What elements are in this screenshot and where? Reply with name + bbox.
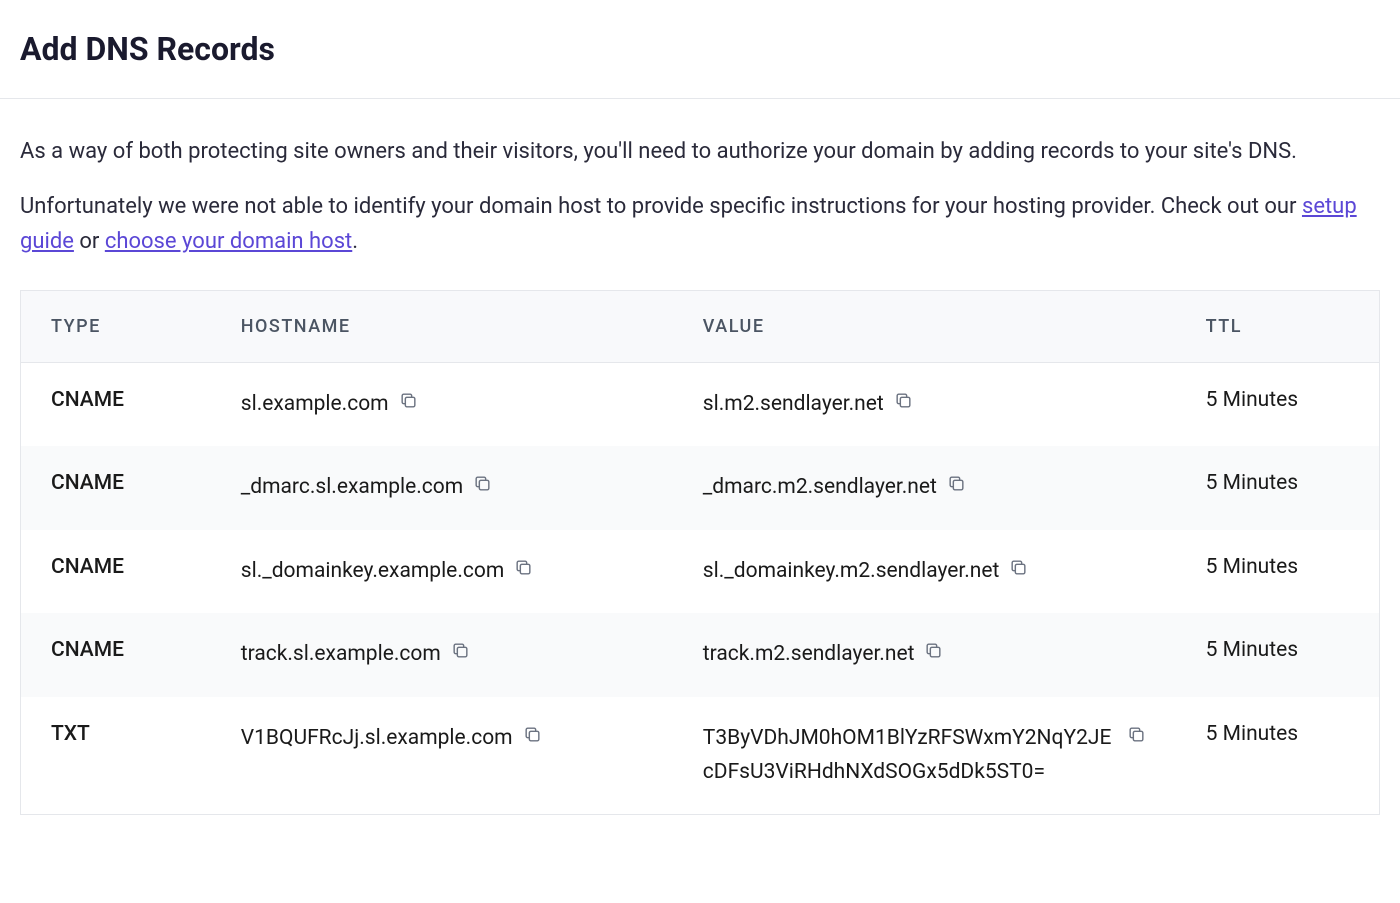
intro-paragraph-2: Unfortunately we were not able to identi…: [20, 189, 1380, 259]
table-row: CNAME _dmarc.sl.example.com _dmarc.m2.send…: [21, 446, 1380, 530]
header-type: TYPE: [21, 290, 211, 362]
cell-hostname: V1BQUFRcJj.sl.example.com: [211, 697, 673, 815]
cell-value: sl._domainkey.m2.sendlayer.net: [673, 530, 1176, 614]
table-row: CNAME track.sl.example.com track.m2.sendla…: [21, 613, 1380, 697]
section-divider: [0, 98, 1400, 99]
table-row: CNAME sl._domainkey.example.com sl._domain…: [21, 530, 1380, 614]
table-header-row: TYPE HOSTNAME VALUE TTL: [21, 290, 1380, 362]
cell-type: CNAME: [21, 530, 211, 614]
header-value: VALUE: [673, 290, 1176, 362]
cell-value: track.m2.sendlayer.net: [673, 613, 1176, 697]
copy-icon[interactable]: [894, 391, 913, 410]
choose-domain-host-link[interactable]: choose your domain host: [105, 229, 352, 254]
intro-text-before: Unfortunately we were not able to identi…: [20, 194, 1302, 219]
cell-type: TXT: [21, 697, 211, 815]
dns-records-table: TYPE HOSTNAME VALUE TTL CNAME sl.example.…: [20, 290, 1380, 816]
cell-ttl: 5 Minutes: [1176, 362, 1380, 446]
table-row: TXT V1BQUFRcJj.sl.example.com T3ByVDhJM0hO…: [21, 697, 1380, 815]
value-text: _dmarc.m2.sendlayer.net: [703, 471, 937, 505]
copy-icon[interactable]: [399, 391, 418, 410]
intro-paragraph-1: As a way of both protecting site owners …: [20, 134, 1380, 169]
value-text: sl._domainkey.m2.sendlayer.net: [703, 555, 1000, 589]
value-text: sl.m2.sendlayer.net: [703, 388, 884, 422]
copy-icon[interactable]: [1009, 558, 1028, 577]
cell-hostname: track.sl.example.com: [211, 613, 673, 697]
cell-ttl: 5 Minutes: [1176, 446, 1380, 530]
hostname-text: track.sl.example.com: [241, 638, 441, 672]
table-row: CNAME sl.example.com sl.m2.sendlayer.net 5 …: [21, 362, 1380, 446]
intro-text-after: .: [352, 229, 358, 254]
intro-text-mid: or: [74, 229, 105, 254]
cell-ttl: 5 Minutes: [1176, 613, 1380, 697]
copy-icon[interactable]: [473, 474, 492, 493]
copy-icon[interactable]: [1127, 725, 1146, 744]
copy-icon[interactable]: [451, 641, 470, 660]
cell-type: CNAME: [21, 446, 211, 530]
copy-icon[interactable]: [523, 725, 542, 744]
cell-ttl: 5 Minutes: [1176, 697, 1380, 815]
cell-hostname: sl._domainkey.example.com: [211, 530, 673, 614]
hostname-text: sl.example.com: [241, 388, 389, 422]
cell-value: sl.m2.sendlayer.net: [673, 362, 1176, 446]
hostname-text: _dmarc.sl.example.com: [241, 471, 463, 505]
copy-icon[interactable]: [514, 558, 533, 577]
cell-ttl: 5 Minutes: [1176, 530, 1380, 614]
hostname-text: V1BQUFRcJj.sl.example.com: [241, 722, 513, 756]
cell-type: CNAME: [21, 362, 211, 446]
page-title: Add DNS Records: [20, 30, 1380, 68]
copy-icon[interactable]: [947, 474, 966, 493]
cell-hostname: _dmarc.sl.example.com: [211, 446, 673, 530]
value-text: track.m2.sendlayer.net: [703, 638, 915, 672]
cell-value: T3ByVDhJM0hOM1BlYzRFSWxmY2NqY2JEcDFsU3Vi…: [673, 697, 1176, 815]
header-hostname: HOSTNAME: [211, 290, 673, 362]
header-ttl: TTL: [1176, 290, 1380, 362]
cell-value: _dmarc.m2.sendlayer.net: [673, 446, 1176, 530]
cell-hostname: sl.example.com: [211, 362, 673, 446]
copy-icon[interactable]: [924, 641, 943, 660]
hostname-text: sl._domainkey.example.com: [241, 555, 504, 589]
cell-type: CNAME: [21, 613, 211, 697]
value-text: T3ByVDhJM0hOM1BlYzRFSWxmY2NqY2JEcDFsU3Vi…: [703, 722, 1117, 789]
